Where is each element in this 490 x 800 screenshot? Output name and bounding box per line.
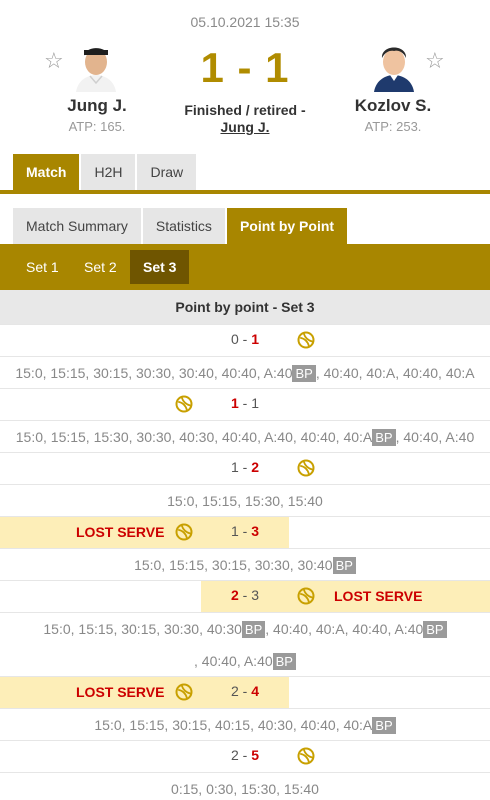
points-text: 15:0, 15:15, 15:30, 15:40 [167, 493, 323, 509]
score-separator: - [242, 459, 248, 475]
tab-underline [0, 190, 490, 194]
lost-serve-label: LOST SERVE [76, 524, 165, 540]
serve-ball-icon [297, 331, 315, 349]
away-games: 3 [251, 523, 260, 539]
set-tabs: Set 1 Set 2 Set 3 [0, 244, 490, 290]
break-point-badge: BP [292, 365, 316, 382]
game-score: 0 - 1 [215, 331, 275, 347]
break-point-badge: BP [332, 557, 356, 574]
game-score: 1 - 2 [215, 459, 275, 475]
points-row: 0:15, 0:30, 15:30, 15:40 [0, 772, 490, 800]
points-text: 15:0, 15:15, 30:15, 30:30, 30:40, 40:40,… [15, 365, 293, 381]
game-row: 2 - 3 LOST SERVE [0, 580, 490, 612]
points-text: 15:0, 15:15, 30:15, 30:30, 40:30 [43, 621, 242, 637]
points-text: 15:0, 15:15, 30:15, 30:30, 30:40 [134, 557, 333, 573]
score-separator: - [242, 331, 248, 347]
points-text: 0:15, 0:30, 15:30, 15:40 [171, 781, 319, 797]
home-games: 2 [230, 747, 239, 763]
lost-serve-label: LOST SERVE [76, 684, 165, 700]
tab-match-summary[interactable]: Match Summary [13, 208, 141, 244]
score-separator: - [242, 587, 248, 603]
game-row: 1 - 2 [0, 452, 490, 484]
away-games: 5 [251, 747, 260, 763]
home-games: 2 [230, 587, 239, 603]
points-row: 15:0, 15:15, 30:15, 40:15, 40:30, 40:40,… [0, 708, 490, 740]
points-row: 15:0, 15:15, 15:30, 30:30, 40:30, 40:40,… [0, 420, 490, 452]
points-row: 15:0, 15:15, 30:15, 30:30, 40:30 BP, 40:4… [0, 612, 490, 676]
retired-player-link[interactable]: Jung J. [0, 119, 490, 136]
break-point-badge: BP [372, 717, 396, 734]
away-games: 4 [251, 683, 260, 699]
away-games: 1 [251, 395, 260, 411]
serve-ball-icon [297, 459, 315, 477]
game-score: 2 - 5 [215, 747, 275, 763]
points-row: 15:0, 15:15, 30:15, 30:30, 30:40 BP [0, 548, 490, 580]
tab-statistics[interactable]: Statistics [142, 208, 225, 244]
serve-ball-icon [297, 747, 315, 765]
game-row: LOST SERVE 1 - 3 [0, 516, 490, 548]
tab-set-2[interactable]: Set 2 [71, 250, 130, 284]
game-score: 1 - 1 [215, 395, 275, 411]
score-separator: - [242, 395, 248, 411]
home-games: 2 [230, 683, 239, 699]
points-row: 15:0, 15:15, 30:15, 30:30, 30:40, 40:40,… [0, 356, 490, 388]
score-separator: - [242, 523, 248, 539]
points-row: 15:0, 15:15, 15:30, 15:40 [0, 484, 490, 516]
points-text: , 40:40, A:40 [395, 429, 475, 445]
score-separator: - [242, 683, 248, 699]
points-text: 15:0, 15:15, 30:15, 40:15, 40:30, 40:40,… [94, 717, 373, 733]
points-text: , 40:40, A:40 [194, 653, 273, 669]
game-row: 0 - 1 [0, 324, 490, 356]
game-score: 1 - 3 [215, 523, 275, 539]
serve-ball-icon [175, 523, 193, 541]
break-point-badge: BP [272, 653, 296, 670]
break-point-badge: BP [241, 621, 266, 638]
game-row: 2 - 5 [0, 740, 490, 772]
sub-tabs: Match Summary Statistics Point by Point [13, 208, 349, 244]
match-score: 1 - 1 [200, 44, 290, 91]
score-separator: - [242, 747, 248, 763]
home-games: 1 [230, 395, 239, 411]
tab-point-by-point[interactable]: Point by Point [226, 208, 348, 244]
points-text: , 40:40, 40:A, 40:40, 40:A [315, 365, 475, 381]
break-point-badge: BP [423, 621, 447, 638]
points-text: , 40:40, 40:A, 40:40, A:40 [265, 621, 424, 637]
tab-set-1[interactable]: Set 1 [13, 250, 72, 284]
main-tabs: Match H2H Draw [13, 154, 198, 190]
game-row: LOST SERVE 2 - 4 [0, 676, 490, 708]
lost-serve-label: LOST SERVE [334, 588, 423, 604]
away-games: 2 [251, 459, 260, 475]
serve-ball-icon [175, 683, 193, 701]
section-title: Point by point - Set 3 [0, 290, 490, 324]
match-header: 05.10.2021 15:35 ☆ ☆ Jung J. ATP: 165. K… [0, 0, 490, 150]
tab-match[interactable]: Match [13, 154, 80, 190]
home-games: 1 [230, 523, 239, 539]
home-games: 0 [230, 331, 239, 347]
break-point-badge: BP [372, 429, 396, 446]
serve-ball-icon [175, 395, 193, 413]
tab-set-3[interactable]: Set 3 [130, 250, 190, 284]
game-score: 2 - 4 [215, 683, 275, 699]
points-text: 15:0, 15:15, 15:30, 30:30, 40:30, 40:40,… [15, 429, 373, 445]
tab-draw[interactable]: Draw [137, 154, 197, 190]
match-datetime: 05.10.2021 15:35 [190, 14, 300, 30]
match-status: Finished / retired - Jung J. [0, 102, 490, 136]
away-games: 3 [251, 587, 260, 603]
away-games: 1 [251, 331, 260, 347]
serve-ball-icon [297, 587, 315, 605]
tab-h2h[interactable]: H2H [81, 154, 136, 190]
game-row: 1 - 1 [0, 388, 490, 420]
game-score: 2 - 3 [215, 587, 275, 603]
home-games: 1 [230, 459, 239, 475]
status-text: Finished / retired - [184, 102, 306, 118]
